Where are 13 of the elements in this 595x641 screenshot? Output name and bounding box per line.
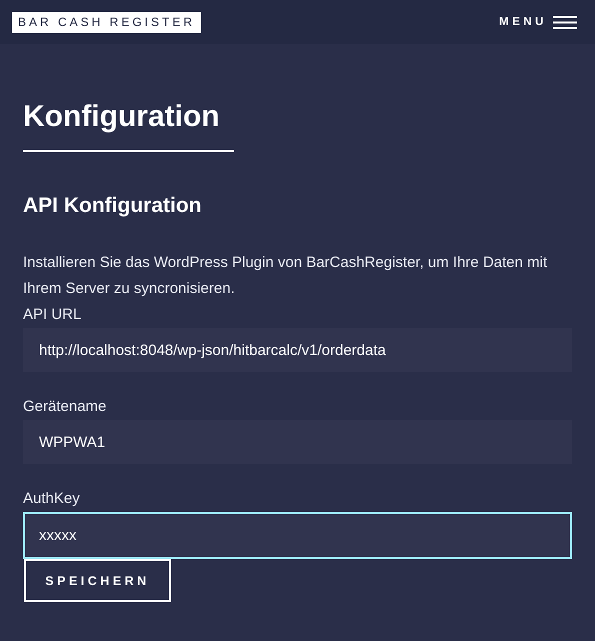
description-text: Installieren Sie das WordPress Plugin von BarCashRegister, um Ihre Daten mit Ihrem Server zu syncronisieren.	[23, 253, 548, 299]
field-label: AuthKey	[23, 489, 81, 509]
field-label: API URL	[23, 305, 82, 325]
menu-button[interactable]: MENU	[499, 16, 577, 28]
logo: BAR CASH REGISTER	[12, 12, 202, 32]
save-button[interactable]: SPEICHERN	[24, 559, 171, 602]
field-label: Gerätename	[23, 397, 108, 417]
input-field[interactable]: http://localhost:8048/wp-json/hitbarcalc/v1/orderdata	[23, 328, 572, 372]
section-heading: API Konfiguration	[23, 194, 202, 218]
input-field[interactable]: WPPWA1	[23, 420, 572, 464]
input-field[interactable]: xxxxx	[23, 512, 572, 559]
page-title: Konfiguration	[23, 100, 234, 152]
menu-icon	[553, 16, 577, 28]
